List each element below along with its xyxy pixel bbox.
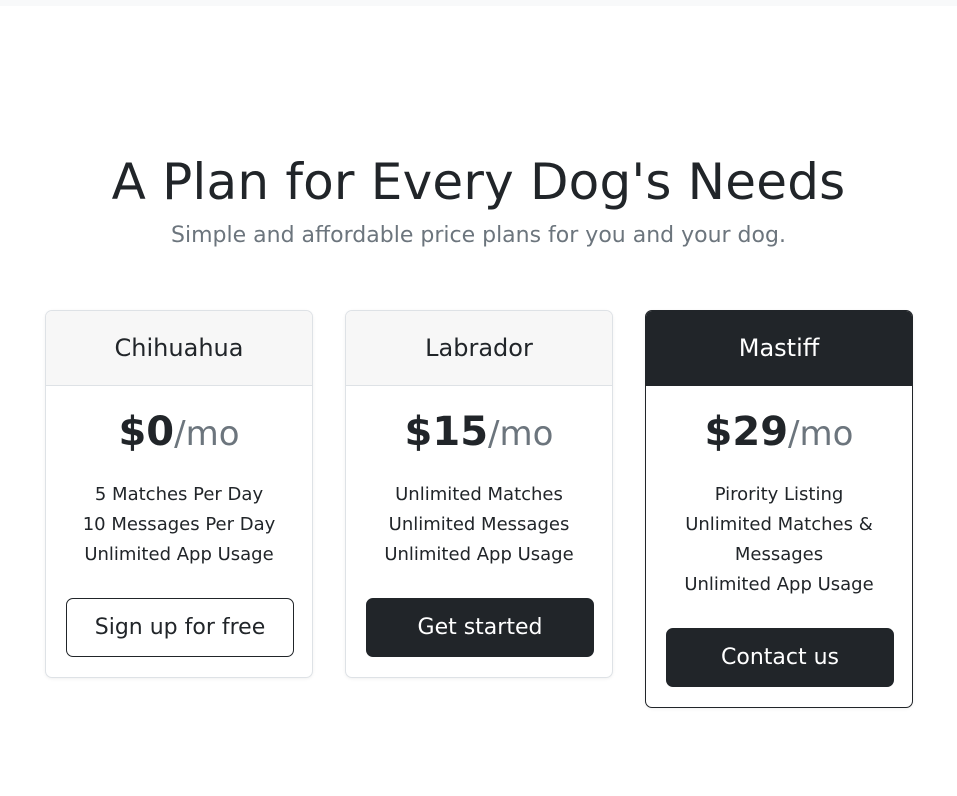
feature-item: Unlimited Matches & — [685, 514, 873, 535]
plan-price: $0/mo — [66, 408, 292, 458]
price-period: /mo — [488, 414, 554, 454]
feature-item: Unlimited Matches — [395, 484, 563, 505]
feature-item: Unlimited App Usage — [84, 544, 274, 565]
feature-list: Pirority Listing Unlimited Matches & Mes… — [666, 480, 892, 600]
plan-name: Mastiff — [646, 311, 912, 386]
price-period: /mo — [174, 414, 240, 454]
price-amount: $0 — [118, 409, 175, 455]
top-navbar-strip — [0, 0, 957, 6]
plan-name: Chihuahua — [46, 311, 312, 386]
feature-item: Unlimited App Usage — [684, 574, 874, 595]
card-body: $15/mo Unlimited Matches Unlimited Messa… — [346, 386, 612, 677]
pricing-card-mastiff: Mastiff $29/mo Pirority Listing Unlimite… — [645, 310, 913, 708]
contact-us-button[interactable]: Contact us — [666, 628, 894, 687]
feature-item: 5 Matches Per Day — [94, 484, 264, 505]
price-period: /mo — [788, 414, 854, 454]
pricing-header: A Plan for Every Dog's Needs Simple and … — [0, 150, 957, 250]
plan-name: Labrador — [346, 311, 612, 386]
feature-item: Unlimited App Usage — [384, 544, 574, 565]
feature-list: 5 Matches Per Day 10 Messages Per Day Un… — [66, 480, 292, 570]
price-amount: $15 — [404, 409, 489, 455]
card-body: $0/mo 5 Matches Per Day 10 Messages Per … — [46, 386, 312, 677]
card-body: $29/mo Pirority Listing Unlimited Matche… — [646, 386, 912, 707]
pricing-card-chihuahua: Chihuahua $0/mo 5 Matches Per Day 10 Mes… — [45, 310, 313, 678]
feature-item: Pirority Listing — [714, 484, 844, 505]
page-title: A Plan for Every Dog's Needs — [111, 153, 846, 211]
feature-item: Messages — [734, 544, 824, 565]
pricing-card-labrador: Labrador $15/mo Unlimited Matches Unlimi… — [345, 310, 613, 678]
get-started-button[interactable]: Get started — [366, 598, 594, 657]
plan-price: $15/mo — [366, 408, 592, 458]
plan-price: $29/mo — [666, 408, 892, 458]
sign-up-free-button[interactable]: Sign up for free — [66, 598, 294, 657]
feature-item: Unlimited Messages — [388, 514, 570, 535]
page-subtitle: Simple and affordable price plans for yo… — [171, 223, 786, 248]
feature-list: Unlimited Matches Unlimited Messages Unl… — [366, 480, 592, 570]
price-amount: $29 — [704, 409, 789, 455]
feature-item: 10 Messages Per Day — [82, 514, 276, 535]
